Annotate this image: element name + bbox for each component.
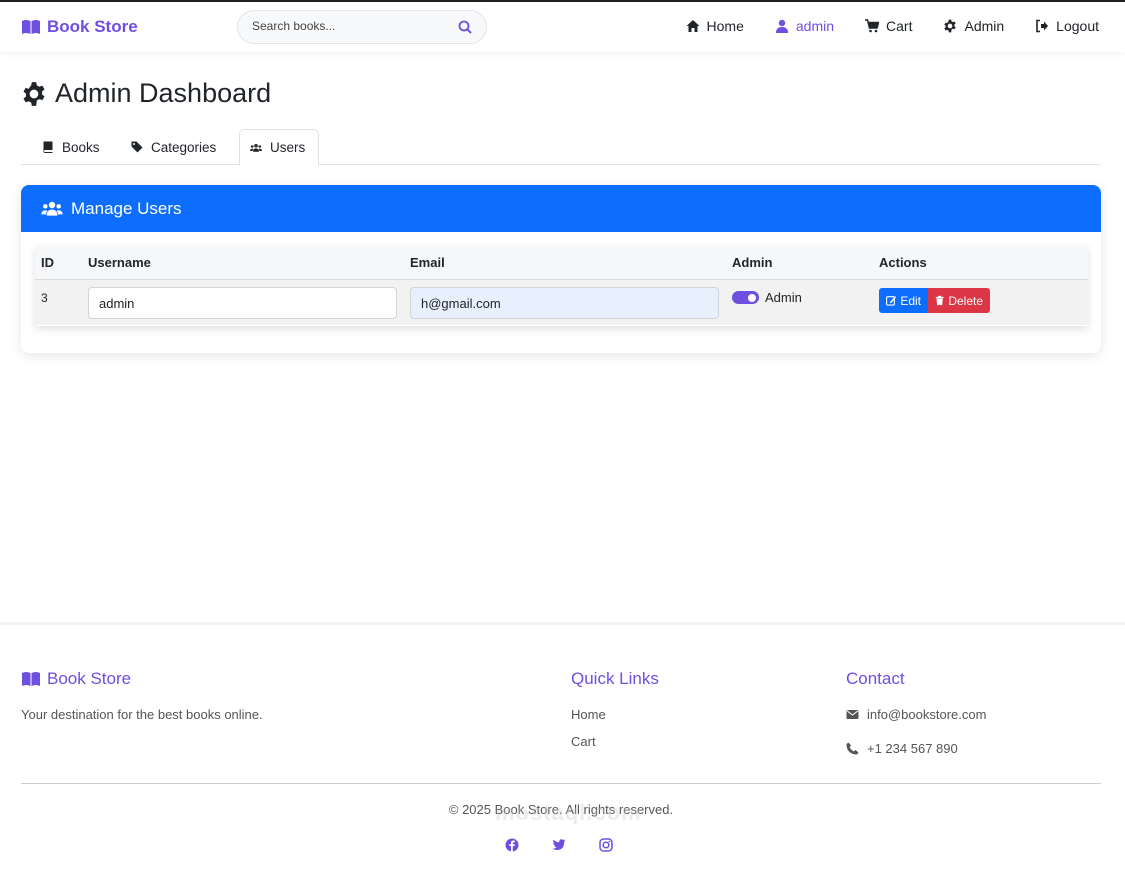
navbar: Book Store Home admin Cart Admin Logout bbox=[0, 0, 1125, 52]
footer-brand: Book Store bbox=[21, 669, 131, 689]
col-email: Email bbox=[410, 255, 445, 270]
brand-link[interactable]: Book Store bbox=[21, 17, 138, 37]
tab-categories-label: Categories bbox=[151, 139, 217, 155]
delete-label: Delete bbox=[948, 293, 983, 308]
cart-icon bbox=[865, 19, 880, 33]
nav-home[interactable]: Home bbox=[686, 18, 744, 34]
table-row: 3 Admin Edit Delete bbox=[35, 280, 1088, 325]
nav-home-label: Home bbox=[706, 18, 744, 34]
table-header: ID Username Email Admin Actions bbox=[35, 246, 1088, 280]
page-title: Admin Dashboard bbox=[21, 78, 271, 109]
gear-icon bbox=[23, 81, 45, 106]
phone-icon bbox=[846, 742, 859, 755]
col-admin: Admin bbox=[732, 255, 773, 270]
tab-users[interactable]: Users bbox=[239, 129, 319, 166]
users-icon bbox=[41, 201, 63, 216]
user-icon bbox=[775, 19, 788, 33]
brand-name: Book Store bbox=[47, 17, 138, 36]
footer-brand-name: Book Store bbox=[47, 669, 132, 688]
nav-menu: Home admin Cart Admin Logout bbox=[655, 18, 1099, 34]
search-input[interactable] bbox=[252, 19, 452, 33]
manage-users-card: Manage Users ID Username Email Admin Act… bbox=[21, 185, 1101, 353]
admin-toggle[interactable] bbox=[732, 291, 759, 304]
tab-books[interactable]: Books bbox=[32, 129, 110, 165]
social-links bbox=[505, 838, 613, 852]
edit-button[interactable]: Edit bbox=[879, 288, 928, 313]
edit-label: Edit bbox=[900, 293, 921, 308]
nav-admin-label: Admin bbox=[964, 18, 1005, 34]
nav-logout[interactable]: Logout bbox=[1035, 18, 1099, 34]
contact-phone: +1 234 567 890 bbox=[846, 741, 958, 756]
gear-icon bbox=[944, 19, 957, 33]
tab-books-label: Books bbox=[62, 139, 100, 155]
card-header: Manage Users bbox=[21, 185, 1101, 232]
col-username: Username bbox=[88, 255, 151, 270]
instagram-icon[interactable] bbox=[599, 838, 613, 852]
trash-icon bbox=[935, 295, 944, 306]
home-icon bbox=[686, 20, 700, 32]
footer-link-home[interactable]: Home bbox=[571, 707, 606, 722]
footer-link-cart[interactable]: Cart bbox=[571, 734, 596, 749]
nav-logout-label: Logout bbox=[1056, 18, 1099, 34]
contact-phone-text: +1 234 567 890 bbox=[867, 741, 958, 756]
delete-button[interactable]: Delete bbox=[928, 288, 990, 313]
footer: Book Store Your destination for the best… bbox=[0, 622, 1125, 873]
nav-user[interactable]: admin bbox=[775, 18, 834, 34]
email-input[interactable] bbox=[410, 287, 719, 319]
contact-email: info@bookstore.com bbox=[846, 707, 986, 722]
tab-categories[interactable]: Categories bbox=[121, 129, 226, 165]
search-icon[interactable] bbox=[458, 20, 472, 34]
contact-title: Contact bbox=[846, 669, 905, 688]
watermark: mostaql.com bbox=[495, 800, 642, 825]
nav-cart[interactable]: Cart bbox=[865, 18, 912, 34]
quick-links-title: Quick Links bbox=[571, 669, 659, 688]
nav-cart-label: Cart bbox=[886, 18, 913, 34]
tab-users-label: Users bbox=[270, 140, 306, 155]
col-id: ID bbox=[41, 255, 54, 270]
logout-icon bbox=[1036, 19, 1049, 33]
page-title-text: Admin Dashboard bbox=[55, 78, 272, 108]
footer-tagline: Your destination for the best books onli… bbox=[21, 707, 263, 722]
row-id: 3 bbox=[41, 291, 48, 305]
admin-toggle-label: Admin bbox=[765, 290, 802, 305]
edit-icon bbox=[886, 296, 897, 306]
footer-divider bbox=[21, 783, 1101, 784]
nav-admin[interactable]: Admin bbox=[943, 18, 1004, 34]
col-actions: Actions bbox=[879, 255, 927, 270]
facebook-icon[interactable] bbox=[505, 838, 519, 852]
book-open-icon bbox=[22, 20, 40, 34]
card-title: Manage Users bbox=[71, 198, 182, 218]
nav-user-label: admin bbox=[795, 18, 835, 34]
search-bar bbox=[237, 10, 487, 44]
tags-icon bbox=[131, 141, 143, 153]
admin-tabs: Books Categories Users bbox=[21, 129, 1101, 166]
book-open-icon bbox=[22, 672, 40, 686]
contact-email-text: info@bookstore.com bbox=[867, 707, 987, 722]
twitter-icon[interactable] bbox=[552, 838, 566, 852]
book-icon bbox=[43, 141, 53, 153]
users-table: ID Username Email Admin Actions 3 Admin … bbox=[35, 246, 1088, 326]
envelope-icon bbox=[846, 710, 859, 719]
users-icon bbox=[250, 143, 262, 152]
username-input[interactable] bbox=[88, 287, 397, 319]
